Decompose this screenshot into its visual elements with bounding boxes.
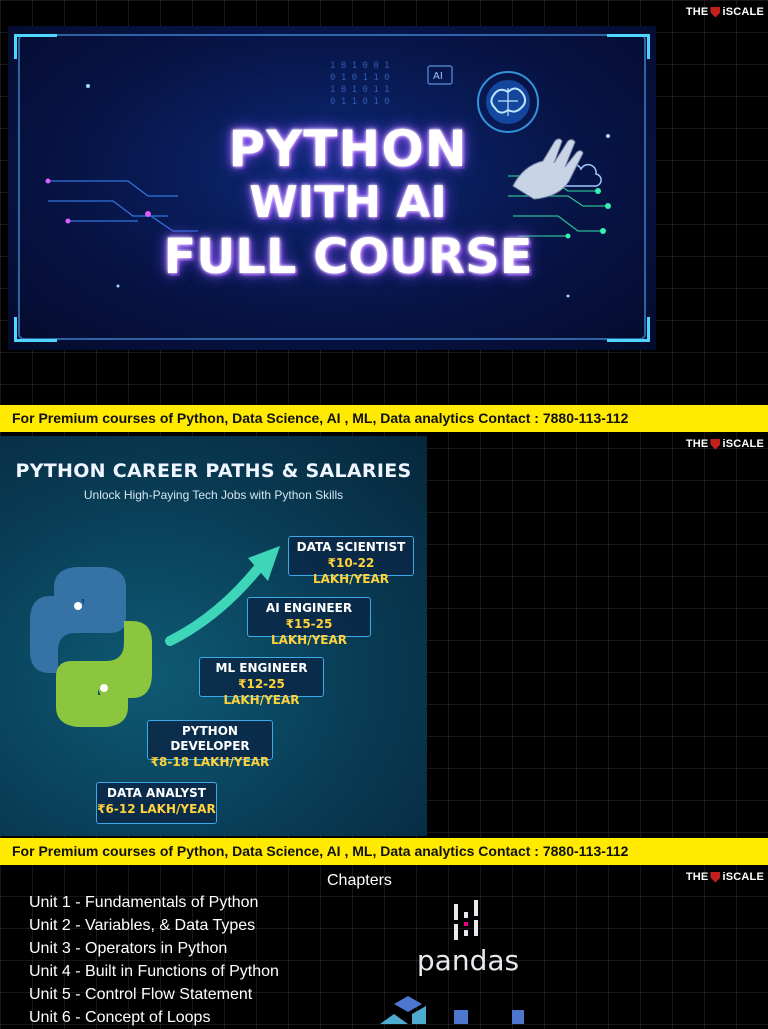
shield-icon	[710, 871, 721, 883]
hero-line-3: FULL COURSE	[163, 229, 533, 285]
promo-banner: For Premium courses of Python, Data Scie…	[0, 405, 768, 432]
shield-icon	[710, 438, 721, 450]
job-title: DATA SCIENTIST	[296, 540, 406, 554]
units-list: Unit 1 - Fundamentals of Python Unit 2 -…	[29, 891, 279, 1029]
job-card-data-analyst: DATA ANALYST ₹6-12 LAKH/YEAR	[96, 782, 217, 824]
job-salary: ₹8-18 LAKH/YEAR	[150, 755, 270, 769]
list-item: Unit 3 - Operators in Python	[29, 940, 228, 957]
job-card-ml-engineer: ML ENGINEER ₹12-25 LAKH/YEAR	[199, 657, 324, 707]
job-salary: ₹10-22 LAKH/YEAR	[312, 556, 390, 586]
chapters-heading: Chapters	[327, 872, 392, 889]
list-item: Unit 1 - Fundamentals of Python	[29, 894, 259, 911]
hero-banner: 1 0 1 0 0 1 0 1 0 1 1 0 1 0 1 0 1 1 0 1 …	[8, 26, 656, 350]
hero-title: PYTHON WITH AI FULL COURSE	[148, 121, 548, 285]
job-title: PYTHON DEVELOPER	[170, 724, 250, 753]
job-salary: ₹15-25 LAKH/YEAR	[270, 617, 348, 647]
python-logo-icon	[30, 567, 152, 727]
frame-corner	[607, 34, 650, 59]
promo-banner: For Premium courses of Python, Data Scie…	[0, 838, 768, 865]
hero-line-2: WITH AI	[249, 177, 447, 228]
job-title: ML ENGINEER	[215, 661, 308, 675]
career-infographic: PYTHON CAREER PATHS & SALARIES Unlock Hi…	[0, 436, 427, 836]
brand-logo: THE iSCALE	[685, 438, 764, 450]
hero-line-1: PYTHON	[228, 120, 468, 178]
job-card-python-developer: PYTHON DEVELOPER ₹8-18 LAKH/YEAR	[147, 720, 273, 769]
job-title: DATA ANALYST	[107, 786, 206, 800]
job-title: AI ENGINEER	[265, 601, 353, 615]
list-item: Unit 4 - Built in Functions of Python	[29, 963, 279, 980]
shield-icon	[710, 6, 721, 18]
list-item: Unit 2 - Variables, & Data Types	[29, 917, 256, 934]
numpy-logo-icon	[380, 996, 524, 1024]
job-salary: ₹6-12 LAKH/YEAR	[97, 802, 216, 816]
frame-corner	[14, 34, 57, 59]
career-title: PYTHON CAREER PATHS & SALARIES	[15, 460, 412, 482]
job-card-ai-engineer: AI ENGINEER ₹15-25 LAKH/YEAR	[247, 597, 371, 647]
list-item: Unit 5 - Control Flow Statement	[29, 986, 253, 1003]
job-salary: ₹12-25 LAKH/YEAR	[223, 677, 300, 707]
pandas-label: pandas	[416, 944, 520, 977]
list-item: Unit 6 - Concept of Loops	[29, 1009, 211, 1026]
brand-logo: THE iSCALE	[685, 6, 764, 18]
job-card-data-scientist: DATA SCIENTIST ₹10-22 LAKH/YEAR	[288, 536, 414, 586]
frame-corner	[607, 317, 650, 342]
frame-corner	[14, 317, 57, 342]
brand-logo: THE iSCALE	[685, 871, 764, 883]
career-subtitle: Unlock High-Paying Tech Jobs with Python…	[83, 488, 344, 502]
